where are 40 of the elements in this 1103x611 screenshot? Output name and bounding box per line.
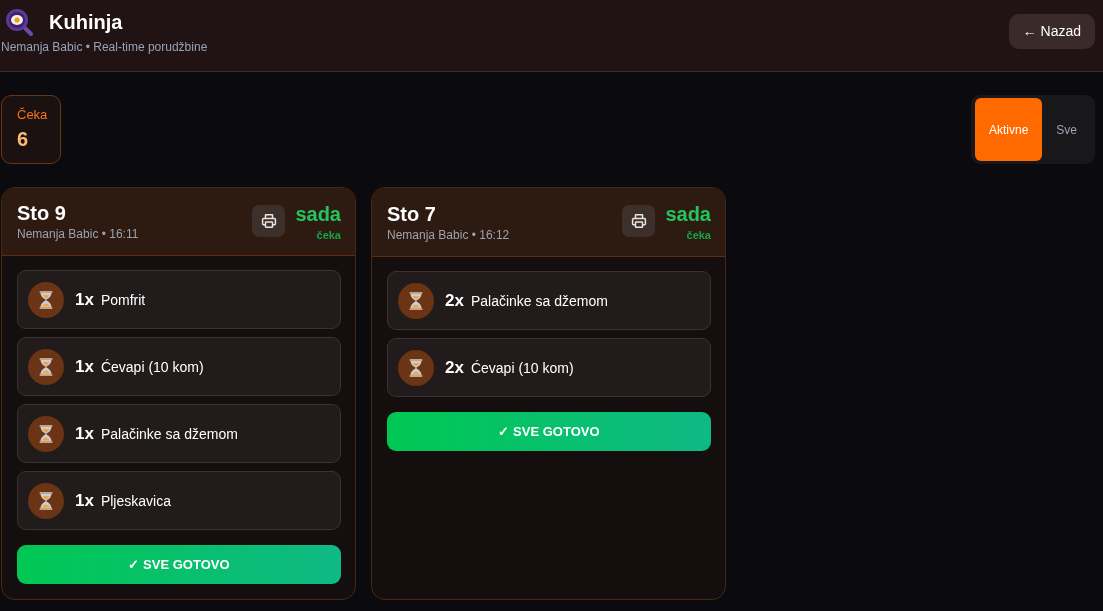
stat-value: 6 — [17, 127, 29, 152]
order-status: čeka — [316, 228, 341, 242]
item-name: Palačinke sa džemom — [100, 425, 238, 442]
order-meta: Nemanja Babic • 16:12 — [387, 227, 510, 243]
item-quantity: 1x — [75, 423, 94, 444]
printer-icon — [630, 213, 647, 229]
page-title: Kuhinja — [49, 9, 123, 34]
item-quantity: 2x — [445, 357, 464, 378]
table-title: Sto 7 — [387, 201, 436, 226]
item-name: Pljeskavica — [100, 492, 171, 509]
stat-label: Čeka — [17, 107, 48, 123]
back-button[interactable]: ← Nazad — [1008, 13, 1095, 49]
printer-icon — [260, 212, 277, 229]
order-meta: Nemanja Babic • 16:11 — [17, 227, 139, 242]
hourglass-icon — [28, 482, 64, 519]
hourglass-icon — [398, 282, 434, 319]
hourglass-icon — [28, 348, 64, 385]
item-quantity: 1x — [75, 490, 94, 511]
item-name: Ćevapi (10 kom) — [100, 358, 204, 375]
done-button[interactable]: ✓ SVE GOTOVO — [387, 412, 711, 451]
print-button[interactable] — [252, 204, 286, 237]
table-title: Sto 9 — [17, 201, 66, 225]
order-time: sada — [665, 202, 711, 226]
hourglass-icon — [28, 415, 64, 452]
done-button[interactable]: ✓ SVE GOTOVO — [17, 545, 341, 584]
page-subtitle: Nemanja Babic • Real-time porudžbine — [1, 39, 208, 55]
order-time: sada — [295, 201, 341, 226]
item-name: Ćevapi (10 kom) — [470, 359, 574, 376]
hourglass-icon — [28, 281, 64, 318]
filter-tab[interactable]: Sve — [1042, 98, 1091, 161]
item-name: Palačinke sa džemom — [470, 292, 608, 309]
print-button[interactable] — [622, 205, 656, 237]
order-status: čeka — [686, 229, 711, 242]
item-name: Pomfrit — [100, 291, 146, 308]
item-quantity: 2x — [445, 290, 464, 311]
frying-pan-icon — [5, 7, 33, 36]
item-quantity: 1x — [75, 356, 94, 377]
filter-tab[interactable]: Aktivne — [974, 98, 1043, 161]
item-quantity: 1x — [75, 289, 94, 310]
hourglass-icon — [398, 349, 434, 386]
